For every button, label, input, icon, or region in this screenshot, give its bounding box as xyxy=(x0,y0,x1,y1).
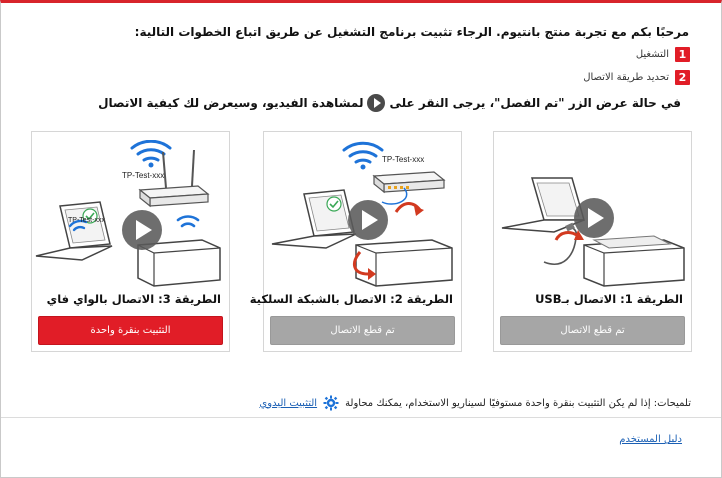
step-label-1: التشغيل xyxy=(635,49,669,60)
method-title-usb: الطريقة 1: الاتصال بـUSB xyxy=(535,292,683,306)
router-ssid-label: TP-Test-xxx xyxy=(122,171,164,180)
video-hint: في حالة عرض الزر "تم الفصل"، يرجى النقر … xyxy=(98,94,681,112)
wired-disconnected-button[interactable]: تم قطع الاتصال xyxy=(270,316,455,345)
gear-icon xyxy=(323,395,339,411)
manual-install-link[interactable]: التثبيت اليدوي xyxy=(259,398,317,409)
play-icon xyxy=(367,94,386,112)
method-title-wifi: الطريقة 3: الاتصال بالواي فاي xyxy=(46,292,221,306)
step-label-2: تحديد طريقة الاتصال xyxy=(583,72,669,83)
step-number-1: 1 xyxy=(675,47,690,62)
router-ssid-label: TP-Test-xxx xyxy=(382,155,424,164)
method-card-wired: TP-Test-xxx الطريقة 2: الاتصال بالشبكة ا… xyxy=(250,131,462,352)
tips-text: تلميحات: إذا لم يكن التثبيت بنقرة واحدة … xyxy=(345,397,691,409)
hint-text-before: في حالة عرض الزر "تم الفصل"، يرجى النقر … xyxy=(389,96,681,110)
hint-text-after: لمشاهدة الفيديو، وسيعرض لك كيفية الاتصال xyxy=(98,96,364,110)
tips-row: تلميحات: إذا لم يكن التثبيت بنقرة واحدة … xyxy=(259,395,691,411)
one-click-install-button[interactable]: التثبيت بنقرة واحدة xyxy=(38,316,223,345)
footer-divider xyxy=(1,417,721,418)
step-power-on: 1 التشغيل xyxy=(636,47,690,62)
installer-window: مرحبًا بكم مع تجربة منتج بانتيوم. الرجاء… xyxy=(0,0,722,478)
usb-disconnected-button[interactable]: تم قطع الاتصال xyxy=(500,316,685,345)
step-select-connection: 2 تحديد طريقة الاتصال xyxy=(583,70,690,85)
intro-text: مرحبًا بكم مع تجربة منتج بانتيوم. الرجاء… xyxy=(134,25,689,39)
wifi-illustration[interactable]: TP-Test-xxx TP-Test-xxx xyxy=(32,140,229,290)
method-title-wired: الطريقة 2: الاتصال بالشبكة السلكية xyxy=(249,292,453,306)
user-guide-link[interactable]: دليل المستخدم xyxy=(619,434,682,445)
laptop-ssid-label: TP-Test-xxx xyxy=(68,217,105,224)
step-number-2: 2 xyxy=(675,70,690,85)
wired-network-illustration[interactable]: TP-Test-xxx xyxy=(264,140,461,290)
method-card-wifi: TP-Test-xxx TP-Test-xxx الطريقة 3: الاتص… xyxy=(31,131,230,352)
method-card-usb: الطريقة 1: الاتصال بـUSB تم قطع الاتصال xyxy=(493,131,692,352)
usb-connection-illustration[interactable] xyxy=(494,140,691,290)
